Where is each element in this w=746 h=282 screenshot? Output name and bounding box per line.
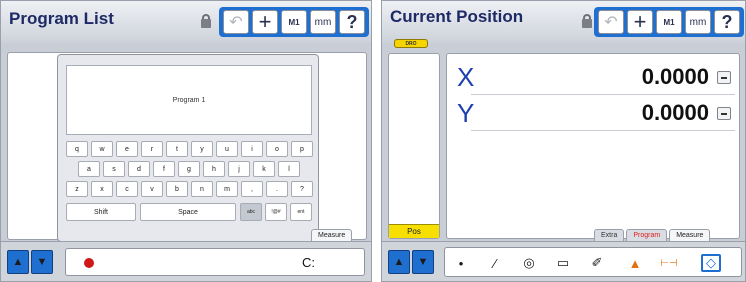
circle-tool-icon[interactable]: ◎ [519,254,539,272]
key-e[interactable]: e [116,141,138,157]
scroll-down-button[interactable]: ▼ [31,250,53,274]
auto-measure-tool-icon[interactable]: ◇ [701,254,721,272]
line-tool-icon[interactable]: ⁄ [485,254,505,272]
axis-value-x: 0.0000 [641,64,709,89]
toolbar: ↶ + M1 mm ? [219,7,369,37]
measure-tool-row: • ⁄ ◎ ▭ ✐ ▲ ⊢⊣ ◇ [444,247,742,277]
units-button[interactable]: mm [685,10,711,34]
key-f[interactable]: f [153,161,175,177]
key-s[interactable]: s [103,161,125,177]
key-u[interactable]: u [216,141,238,157]
key-q[interactable]: q [66,141,88,157]
key-h[interactable]: h [203,161,225,177]
up-arrow-icon: ▲ [393,256,405,268]
status-box: C: [65,248,365,276]
abc-mode-key[interactable]: abc [240,203,262,221]
key-y[interactable]: y [191,141,213,157]
bottom-bar: ▲ ▼ C: [1,241,371,281]
axis-value-y: 0.0000 [641,100,709,125]
header: Current Position ↶ + M1 mm ? [382,1,745,43]
point-tool-icon[interactable]: • [451,254,471,272]
key-g[interactable]: g [178,161,200,177]
key-j[interactable]: j [228,161,250,177]
angle-tool-icon[interactable]: ▲ [625,254,645,272]
space-key[interactable]: Space [140,203,236,221]
shift-key[interactable]: Shift [66,203,136,221]
scroll-arrows: ▲ ▼ [7,250,53,274]
axis-label-x: X [457,62,475,92]
clear-x-button[interactable] [717,71,731,84]
key-o[interactable]: o [266,141,288,157]
undo-button[interactable]: ↶ [223,10,249,34]
tab-measure[interactable]: Measure [311,229,353,241]
header: Program List ↶ + M1 mm ? [1,1,371,43]
axis-label-y: Y [457,98,475,128]
pos-button[interactable]: Pos [389,224,439,238]
scroll-arrows: ▲ ▼ [388,250,434,274]
key-p[interactable]: p [291,141,313,157]
drive-label: C: [302,255,315,270]
key-i[interactable]: i [241,141,263,157]
current-position-panel: Current Position ↶ + M1 mm ? DRO Pos X 0… [381,0,746,282]
tab-strip: Extra Program Measure [594,229,711,241]
divider [471,94,735,95]
tab-program[interactable]: Program [626,229,668,241]
add-button[interactable]: + [627,10,653,34]
scroll-up-button[interactable]: ▲ [388,250,410,274]
key-t[interactable]: t [166,141,188,157]
key-l[interactable]: l [278,161,300,177]
side-strip: Pos [388,53,440,239]
key-n[interactable]: n [191,181,213,197]
down-arrow-icon: ▼ [417,256,429,268]
key-d[interactable]: d [128,161,150,177]
key-b[interactable]: b [166,181,188,197]
program-list-panel: Program List ↶ + M1 mm ? Program 1 q w e… [0,0,372,282]
key-w[interactable]: w [91,141,113,157]
help-button[interactable]: ? [339,10,365,34]
slot-tool-icon[interactable]: ▭ [553,254,573,272]
lock-icon[interactable] [201,14,211,28]
position-display: X 0.0000 Y 0.0000 [446,53,740,239]
key-m[interactable]: m [216,181,238,197]
key-v[interactable]: v [141,181,163,197]
distance-tool-icon[interactable]: ⊢⊣ [659,254,679,272]
key-question[interactable]: ? [291,181,313,197]
divider [471,130,735,131]
key-x[interactable]: x [91,181,113,197]
down-arrow-icon: ▼ [36,256,48,268]
program-name-field[interactable]: Program 1 [66,65,312,135]
probe-tool-icon[interactable]: ✐ [587,254,607,272]
key-period[interactable]: . [266,181,288,197]
key-c[interactable]: c [116,181,138,197]
enter-key[interactable]: ent [290,203,312,221]
clear-y-button[interactable] [717,107,731,120]
key-z[interactable]: z [66,181,88,197]
undo-button[interactable]: ↶ [598,10,624,34]
toolbar: ↶ + M1 mm ? [594,7,744,37]
m1-button[interactable]: M1 [656,10,682,34]
scroll-up-button[interactable]: ▲ [7,250,29,274]
lock-icon[interactable] [582,14,592,28]
units-button[interactable]: mm [310,10,336,34]
up-arrow-icon: ▲ [12,256,24,268]
tab-measure[interactable]: Measure [669,229,711,241]
record-icon[interactable] [84,258,94,268]
key-k[interactable]: k [253,161,275,177]
key-comma[interactable]: , [241,181,263,197]
add-button[interactable]: + [252,10,278,34]
page-title: Current Position [390,7,524,26]
symbols-mode-key[interactable]: !@# [265,203,287,221]
tab-strip: Measure [311,229,353,241]
key-r[interactable]: r [141,141,163,157]
dro-badge[interactable]: DRO [394,39,428,48]
tab-extra[interactable]: Extra [594,229,625,241]
key-a[interactable]: a [78,161,100,177]
help-button[interactable]: ? [714,10,740,34]
scroll-down-button[interactable]: ▼ [412,250,434,274]
m1-button[interactable]: M1 [281,10,307,34]
page-title: Program List [9,9,114,28]
onscreen-keyboard: Program 1 q w e r t y u i o p a s d f g … [57,54,319,242]
bottom-bar: ▲ ▼ • ⁄ ◎ ▭ ✐ ▲ ⊢⊣ ◇ [382,241,745,281]
